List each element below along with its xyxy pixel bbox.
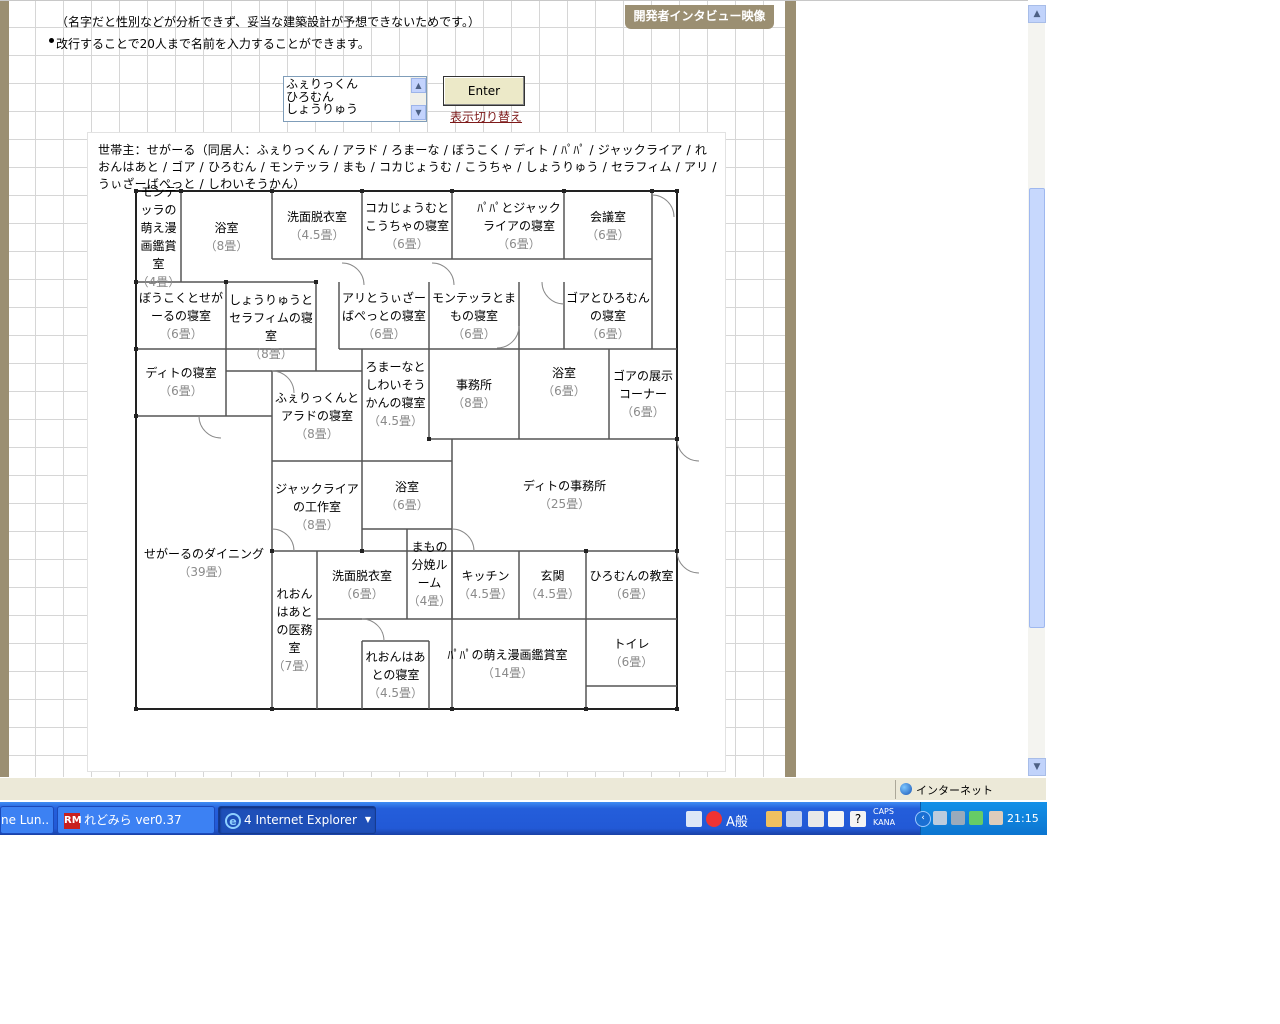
- security-zone: インターネット: [895, 780, 1046, 799]
- group-dropdown-icon: ▼: [364, 815, 371, 824]
- room-11: ゴアとひろむんの寝室 （6畳）: [566, 291, 650, 341]
- monitor-icon[interactable]: [951, 811, 965, 825]
- taskbar-button-label: ne Lun..: [1, 813, 50, 827]
- note-line-1: （名字だと性別などが分析できず、妥当な建築設計が予想できないためです。）: [56, 15, 480, 29]
- page-left-border: [0, 1, 9, 777]
- room-12: ディトの寝室 （6畳）: [145, 366, 217, 398]
- scroll-down-icon[interactable]: ▼: [411, 105, 426, 120]
- room-30: ﾊﾟﾊﾟの萌え漫画鑑賞室 （14畳）: [447, 648, 568, 680]
- connection-icon[interactable]: [989, 811, 1003, 825]
- room-26: ひろむんの教室 （6畳）: [589, 569, 674, 601]
- room-1: モンテッラの萌え漫画鑑賞室 （4畳）: [136, 185, 181, 289]
- system-tray: ‹ 21:15: [915, 802, 1047, 835]
- ime-pad-icon[interactable]: [808, 811, 824, 827]
- room-17: ふぇりっくんとアラドの寝室 （8畳）: [274, 391, 359, 441]
- room-24: キッチン （4.5畳）: [457, 569, 514, 601]
- internet-explorer-icon: e: [225, 812, 241, 829]
- room-25: 玄関 （4.5畳）: [524, 569, 581, 601]
- ime-mode-text[interactable]: A般: [726, 811, 748, 830]
- user-icon[interactable]: [969, 811, 983, 825]
- room-18: ジャックライアの工作室 （8畳）: [275, 482, 359, 532]
- names-input-text[interactable]: ふぇりっくん ひろむん しょうりゅう: [286, 78, 358, 116]
- room-22: 洗面脱衣室 （6畳）: [331, 569, 392, 601]
- globe-icon: [900, 783, 912, 795]
- status-bar: インターネット: [0, 777, 1046, 800]
- room-10: モンテッラとまもの寝室 （6畳）: [431, 291, 516, 341]
- room-23: まもの分娩ルーム （4畳）: [407, 540, 452, 608]
- room-6: 会議室 （6畳）: [586, 210, 630, 242]
- interview-video-tab[interactable]: 開発者インタビュー映像: [625, 5, 774, 29]
- room-15: 浴室 （6畳）: [542, 366, 586, 398]
- taskbar-button-label: れどみら ver0.37: [84, 813, 182, 827]
- room-28: トイレ （6畳）: [609, 636, 654, 669]
- room-9: アリとうぃざーばぺっとの寝室 （6畳）: [341, 291, 426, 341]
- clock[interactable]: 21:15: [1007, 812, 1039, 825]
- floorplan-panel: 世帯主：せがーる（同居人：ふぇりっくん / アラド / ろまーな / ぼうこく …: [87, 132, 726, 772]
- note-line-2: 改行することで20人まで名前を入力することができます。: [56, 37, 370, 51]
- caps-kana-indicator: CAPS KANA: [873, 806, 895, 828]
- names-textarea[interactable]: ふぇりっくん ひろむん しょうりゅう ▲ ▼: [283, 76, 427, 122]
- ime-tool-icon[interactable]: [766, 811, 782, 827]
- room-8: しょうりゅうとセラフィムの寝室 （8畳）: [228, 293, 313, 361]
- ime-settings-icon[interactable]: [828, 811, 844, 827]
- taskbar-button-lunascape[interactable]: ne Lun..: [0, 806, 54, 834]
- room-5: ﾊﾟﾊﾟとジャックライアの寝室 （6畳）: [477, 201, 561, 251]
- kana-label: KANA: [873, 818, 896, 827]
- scrollbar-thumb[interactable]: [1029, 188, 1045, 628]
- room-16: ゴアの展示コーナー （6畳）: [612, 369, 673, 419]
- scroll-down-icon[interactable]: ▼: [1028, 758, 1046, 776]
- zone-label: インターネット: [916, 784, 993, 797]
- room-29: れおんはあとの寝室 （4.5畳）: [365, 650, 426, 700]
- page-right-border: [785, 1, 796, 777]
- help-icon[interactable]: ?: [850, 811, 866, 827]
- room-27: れおんはあとの医務室 （7畳）: [272, 587, 317, 673]
- caps-label: CAPS: [873, 807, 894, 816]
- taskbar-button-internet-explorer[interactable]: e4 Internet Explorer ▼: [218, 806, 376, 834]
- room-21: せがーるのダイニング （39畳）: [143, 546, 264, 579]
- taskbar: ne Lun.. RM れどみら ver0.37 e4 Internet Expl…: [0, 802, 1047, 835]
- ime-icon[interactable]: [706, 811, 722, 827]
- bullet-icon: [49, 38, 54, 43]
- enter-button[interactable]: Enter: [443, 76, 525, 106]
- room-13: ろまーなとしわいそうかんの寝室 （4.5畳）: [365, 360, 426, 428]
- taskbar-button-label: 4 Internet Explorer: [244, 813, 357, 827]
- vertical-scrollbar[interactable]: ▲ ▼: [1028, 5, 1046, 776]
- room-4: コカじょうむとこうちゃの寝室 （6畳）: [364, 201, 449, 251]
- scroll-up-icon[interactable]: ▲: [411, 78, 426, 93]
- content-panel: （名字だと性別などが分析できず、妥当な建築設計が予想できないためです。） 改行す…: [9, 1, 785, 777]
- tray-expand-icon[interactable]: ‹: [915, 811, 931, 827]
- room-14: 事務所 （8畳）: [452, 378, 496, 410]
- room-7: ぼうこくとせがーるの寝室 （6畳）: [138, 291, 223, 341]
- names-scrollbar[interactable]: ▲ ▼: [410, 77, 426, 121]
- room-2: 浴室 （8畳）: [204, 221, 249, 253]
- ime-dictionary-icon[interactable]: [786, 811, 802, 827]
- room-20: ディトの事務所 （25畳）: [522, 479, 607, 511]
- redomira-icon: RM: [64, 812, 82, 829]
- room-3: 洗面脱衣室 （4.5畳）: [286, 210, 347, 242]
- room-19: 浴室 （6畳）: [385, 480, 429, 512]
- display-toggle-link[interactable]: 表示切り替え: [450, 108, 522, 125]
- scroll-up-icon[interactable]: ▲: [1028, 5, 1046, 23]
- browser-viewport: （名字だと性別などが分析できず、妥当な建築設計が予想できないためです。） 改行す…: [0, 0, 1028, 777]
- taskbar-button-redomira[interactable]: RM れどみら ver0.37: [57, 806, 215, 834]
- keyboard-icon[interactable]: [686, 811, 702, 827]
- network-icon[interactable]: [933, 811, 947, 825]
